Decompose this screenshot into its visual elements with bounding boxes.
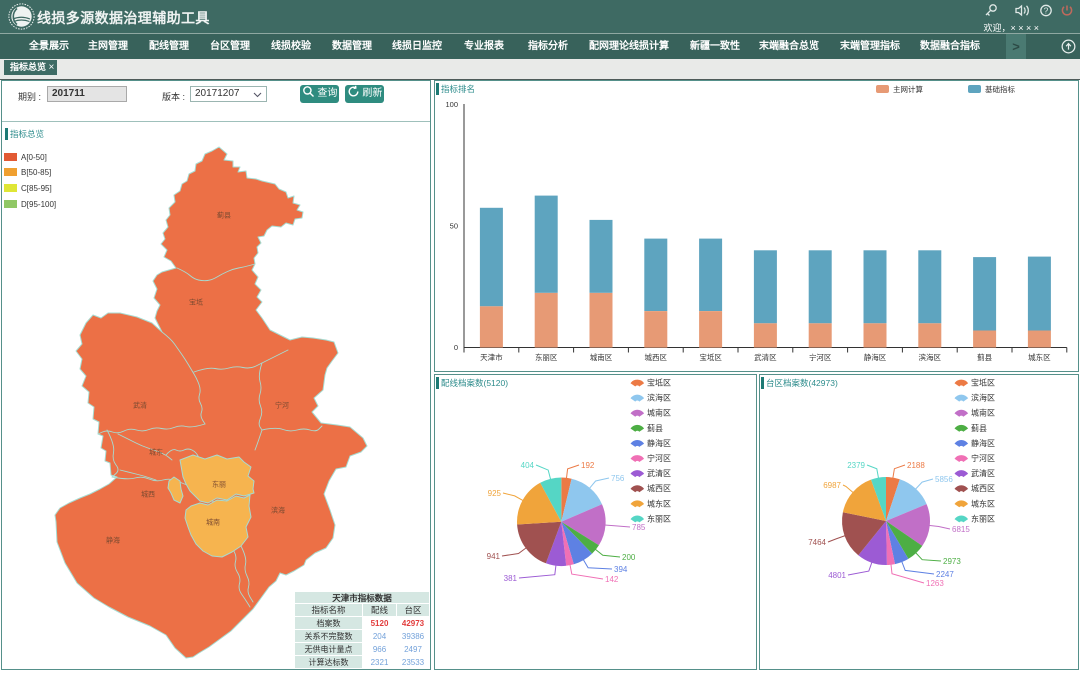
svg-text:925: 925 bbox=[488, 489, 502, 498]
svg-text:200: 200 bbox=[622, 553, 636, 562]
svg-text:941: 941 bbox=[487, 552, 501, 561]
svg-text:381: 381 bbox=[504, 574, 518, 583]
svg-text:7464: 7464 bbox=[808, 538, 826, 547]
svg-text:城南区: 城南区 bbox=[971, 408, 995, 418]
svg-text:城南区: 城南区 bbox=[647, 408, 671, 418]
svg-text:宝坻区: 宝坻区 bbox=[971, 378, 995, 388]
svg-text:宁河区: 宁河区 bbox=[971, 453, 995, 463]
svg-text:滨海区: 滨海区 bbox=[971, 393, 995, 403]
svg-text:城西区: 城西区 bbox=[971, 484, 995, 493]
svg-text:静海区: 静海区 bbox=[647, 438, 671, 448]
svg-text:东丽区: 东丽区 bbox=[647, 513, 671, 523]
svg-text:6987: 6987 bbox=[823, 481, 841, 490]
svg-text:2973: 2973 bbox=[943, 557, 961, 566]
svg-text:2379: 2379 bbox=[847, 461, 865, 470]
svg-text:蓟县: 蓟县 bbox=[647, 423, 663, 433]
svg-text:142: 142 bbox=[605, 575, 619, 584]
svg-text:6815: 6815 bbox=[952, 525, 970, 534]
svg-text:4801: 4801 bbox=[828, 571, 846, 580]
svg-text:滨海区: 滨海区 bbox=[647, 393, 671, 403]
svg-text:城东区: 城东区 bbox=[971, 498, 995, 508]
svg-text:404: 404 bbox=[521, 461, 535, 470]
svg-text:192: 192 bbox=[581, 461, 595, 470]
svg-text:785: 785 bbox=[632, 523, 646, 532]
svg-text:东丽区: 东丽区 bbox=[971, 513, 995, 523]
svg-text:2247: 2247 bbox=[936, 570, 954, 579]
svg-text:蓟县: 蓟县 bbox=[971, 423, 987, 433]
svg-text:武清区: 武清区 bbox=[647, 468, 671, 478]
svg-text:武清区: 武清区 bbox=[971, 468, 995, 478]
svg-text:394: 394 bbox=[614, 565, 628, 574]
svg-text:5856: 5856 bbox=[935, 475, 953, 484]
svg-text:756: 756 bbox=[611, 474, 625, 483]
svg-text:城东区: 城东区 bbox=[647, 498, 671, 508]
svg-text:静海区: 静海区 bbox=[971, 438, 995, 448]
svg-text:宁河区: 宁河区 bbox=[647, 453, 671, 463]
svg-text:宝坻区: 宝坻区 bbox=[647, 378, 671, 388]
svg-text:城西区: 城西区 bbox=[647, 484, 671, 493]
svg-text:2188: 2188 bbox=[907, 461, 925, 470]
svg-text:1263: 1263 bbox=[926, 579, 944, 588]
